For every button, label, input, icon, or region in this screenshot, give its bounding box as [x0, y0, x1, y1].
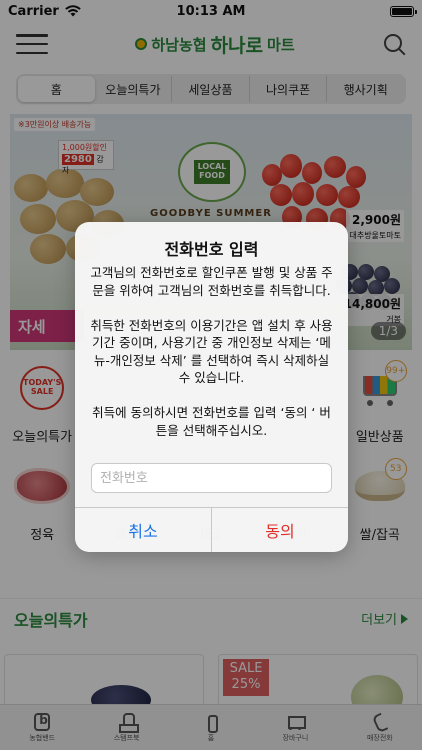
alert-button-row: 취소 동의 [75, 507, 348, 552]
alert-message: 고객님의 전화번호로 할인쿠폰 발행 및 상품 주문을 위하여 고객님의 전화번… [90, 265, 333, 438]
alert-title: 전화번호 입력 [164, 240, 259, 259]
agree-button[interactable]: 동의 [212, 508, 348, 552]
cancel-button[interactable]: 취소 [75, 508, 212, 552]
phone-number-input[interactable] [91, 463, 332, 493]
phone-number-alert: 전화번호 입력 고객님의 전화번호로 할인쿠폰 발행 및 상품 주문을 위하여 … [75, 222, 348, 552]
